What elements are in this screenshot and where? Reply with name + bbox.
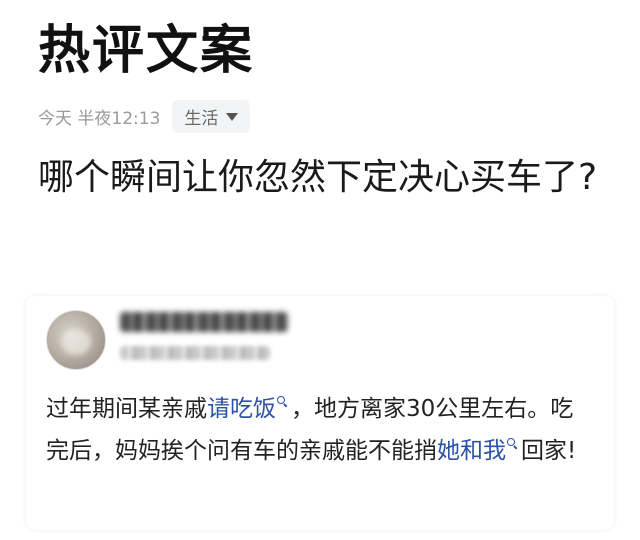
comment-text-part: 回家! (521, 438, 577, 464)
user-subtitle-blurred (120, 346, 270, 360)
search-link[interactable]: 她和我 (437, 438, 506, 464)
search-link[interactable]: 请吃饭 (207, 396, 276, 422)
avatar[interactable] (46, 310, 106, 370)
post-time: 今天 半夜12:13 (38, 109, 161, 129)
caret-down-icon (226, 112, 239, 121)
page-title: 热评文案 (38, 21, 255, 81)
post-meta: 今天 半夜12:13 生活 (38, 100, 251, 133)
question-title: 哪个瞬间让你忽然下定决心买车了? (38, 157, 598, 198)
search-icon (277, 396, 287, 406)
comment-text: 过年期间某亲戚请吃饭 ，地方离家30公里左右。吃完后，妈妈挨个问有车的亲戚能不能捎… (46, 388, 594, 472)
search-icon (507, 438, 517, 448)
category-dropdown[interactable]: 生活 (172, 100, 251, 133)
comment-card: 过年期间某亲戚请吃饭 ，地方离家30公里左右。吃完后，妈妈挨个问有车的亲戚能不能捎… (26, 296, 614, 530)
username-blurred (120, 312, 288, 332)
comment-text-part: 过年期间某亲戚 (46, 396, 207, 422)
category-label: 生活 (184, 109, 219, 129)
